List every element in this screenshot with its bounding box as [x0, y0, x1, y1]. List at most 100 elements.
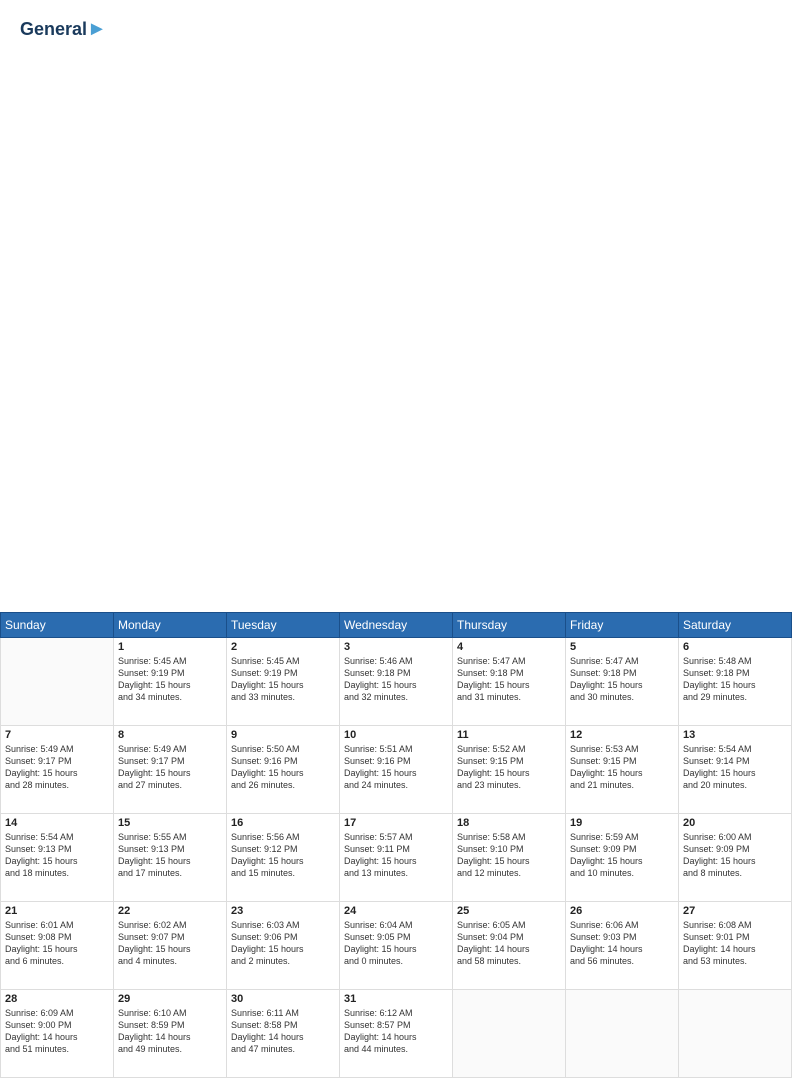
day-number: 10	[344, 729, 448, 741]
calendar-cell: 24 Sunrise: 6:04 AMSunset: 9:05 PMDayligh…	[340, 902, 453, 990]
calendar-cell: 25 Sunrise: 6:05 AMSunset: 9:04 PMDayligh…	[453, 902, 566, 990]
day-info: Sunrise: 6:12 AMSunset: 8:57 PMDaylight:…	[344, 1007, 448, 1056]
day-number: 23	[231, 905, 335, 917]
calendar-week-row: 14 Sunrise: 5:54 AMSunset: 9:13 PMDayligh…	[1, 814, 792, 902]
calendar-cell: 21 Sunrise: 6:01 AMSunset: 9:08 PMDayligh…	[1, 902, 114, 990]
day-number: 18	[457, 817, 561, 829]
calendar-cell: 18 Sunrise: 5:58 AMSunset: 9:10 PMDayligh…	[453, 814, 566, 902]
calendar-table: SundayMondayTuesdayWednesdayThursdayFrid…	[0, 612, 792, 1078]
day-number: 14	[5, 817, 109, 829]
day-info: Sunrise: 5:52 AMSunset: 9:15 PMDaylight:…	[457, 743, 561, 792]
day-info: Sunrise: 5:54 AMSunset: 9:14 PMDaylight:…	[683, 743, 787, 792]
calendar-header-row: SundayMondayTuesdayWednesdayThursdayFrid…	[1, 613, 792, 638]
day-info: Sunrise: 5:54 AMSunset: 9:13 PMDaylight:…	[5, 831, 109, 880]
calendar-cell: 19 Sunrise: 5:59 AMSunset: 9:09 PMDayligh…	[566, 814, 679, 902]
day-info: Sunrise: 5:58 AMSunset: 9:10 PMDaylight:…	[457, 831, 561, 880]
day-number: 1	[118, 641, 222, 653]
day-info: Sunrise: 6:06 AMSunset: 9:03 PMDaylight:…	[570, 919, 674, 968]
day-info: Sunrise: 6:00 AMSunset: 9:09 PMDaylight:…	[683, 831, 787, 880]
calendar-cell: 12 Sunrise: 5:53 AMSunset: 9:15 PMDayligh…	[566, 726, 679, 814]
calendar-cell: 2 Sunrise: 5:45 AMSunset: 9:19 PMDaylight…	[227, 638, 340, 726]
day-info: Sunrise: 6:10 AMSunset: 8:59 PMDaylight:…	[118, 1007, 222, 1056]
logo-text: General►	[20, 18, 107, 40]
header: General►	[20, 18, 772, 40]
calendar-cell: 3 Sunrise: 5:46 AMSunset: 9:18 PMDaylight…	[340, 638, 453, 726]
calendar-cell: 6 Sunrise: 5:48 AMSunset: 9:18 PMDaylight…	[679, 638, 792, 726]
day-number: 9	[231, 729, 335, 741]
day-info: Sunrise: 5:45 AMSunset: 9:19 PMDaylight:…	[231, 655, 335, 704]
day-number: 25	[457, 905, 561, 917]
day-of-week-header: Sunday	[1, 613, 114, 638]
day-number: 27	[683, 905, 787, 917]
day-of-week-header: Wednesday	[340, 613, 453, 638]
day-info: Sunrise: 5:48 AMSunset: 9:18 PMDaylight:…	[683, 655, 787, 704]
day-number: 13	[683, 729, 787, 741]
calendar-cell	[679, 990, 792, 1078]
calendar-cell: 31 Sunrise: 6:12 AMSunset: 8:57 PMDayligh…	[340, 990, 453, 1078]
calendar-cell: 29 Sunrise: 6:10 AMSunset: 8:59 PMDayligh…	[114, 990, 227, 1078]
day-number: 12	[570, 729, 674, 741]
day-info: Sunrise: 6:02 AMSunset: 9:07 PMDaylight:…	[118, 919, 222, 968]
day-number: 8	[118, 729, 222, 741]
day-number: 29	[118, 993, 222, 1005]
page: General►	[0, 0, 792, 612]
calendar-cell: 23 Sunrise: 6:03 AMSunset: 9:06 PMDayligh…	[227, 902, 340, 990]
day-info: Sunrise: 5:55 AMSunset: 9:13 PMDaylight:…	[118, 831, 222, 880]
calendar-cell: 26 Sunrise: 6:06 AMSunset: 9:03 PMDayligh…	[566, 902, 679, 990]
day-info: Sunrise: 6:05 AMSunset: 9:04 PMDaylight:…	[457, 919, 561, 968]
calendar-cell: 1 Sunrise: 5:45 AMSunset: 9:19 PMDaylight…	[114, 638, 227, 726]
day-number: 21	[5, 905, 109, 917]
day-number: 11	[457, 729, 561, 741]
calendar-cell: 17 Sunrise: 5:57 AMSunset: 9:11 PMDayligh…	[340, 814, 453, 902]
calendar-cell: 27 Sunrise: 6:08 AMSunset: 9:01 PMDayligh…	[679, 902, 792, 990]
calendar-week-row: 21 Sunrise: 6:01 AMSunset: 9:08 PMDayligh…	[1, 902, 792, 990]
day-of-week-header: Saturday	[679, 613, 792, 638]
day-info: Sunrise: 6:08 AMSunset: 9:01 PMDaylight:…	[683, 919, 787, 968]
day-info: Sunrise: 6:01 AMSunset: 9:08 PMDaylight:…	[5, 919, 109, 968]
day-info: Sunrise: 6:09 AMSunset: 9:00 PMDaylight:…	[5, 1007, 109, 1056]
day-info: Sunrise: 5:45 AMSunset: 9:19 PMDaylight:…	[118, 655, 222, 704]
day-number: 5	[570, 641, 674, 653]
calendar-week-row: 1 Sunrise: 5:45 AMSunset: 9:19 PMDaylight…	[1, 638, 792, 726]
day-number: 30	[231, 993, 335, 1005]
day-info: Sunrise: 5:49 AMSunset: 9:17 PMDaylight:…	[5, 743, 109, 792]
calendar-cell: 16 Sunrise: 5:56 AMSunset: 9:12 PMDayligh…	[227, 814, 340, 902]
day-info: Sunrise: 5:56 AMSunset: 9:12 PMDaylight:…	[231, 831, 335, 880]
day-number: 26	[570, 905, 674, 917]
calendar-cell	[1, 638, 114, 726]
day-info: Sunrise: 5:46 AMSunset: 9:18 PMDaylight:…	[344, 655, 448, 704]
day-info: Sunrise: 5:57 AMSunset: 9:11 PMDaylight:…	[344, 831, 448, 880]
calendar-cell: 22 Sunrise: 6:02 AMSunset: 9:07 PMDayligh…	[114, 902, 227, 990]
calendar-cell: 15Sunrise: 5:55 AMSunset: 9:13 PMDayligh…	[114, 814, 227, 902]
calendar-cell: 30Sunrise: 6:11 AMSunset: 8:58 PMDayligh…	[227, 990, 340, 1078]
day-info: Sunrise: 5:49 AMSunset: 9:17 PMDaylight:…	[118, 743, 222, 792]
day-number: 22	[118, 905, 222, 917]
day-number: 2	[231, 641, 335, 653]
day-info: Sunrise: 5:47 AMSunset: 9:18 PMDaylight:…	[457, 655, 561, 704]
calendar-cell: 28 Sunrise: 6:09 AMSunset: 9:00 PMDayligh…	[1, 990, 114, 1078]
calendar-week-row: 28 Sunrise: 6:09 AMSunset: 9:00 PMDayligh…	[1, 990, 792, 1078]
calendar-cell: 7Sunrise: 5:49 AMSunset: 9:17 PMDaylight…	[1, 726, 114, 814]
calendar-cell: 8 Sunrise: 5:49 AMSunset: 9:17 PMDaylight…	[114, 726, 227, 814]
day-number: 28	[5, 993, 109, 1005]
day-info: Sunrise: 6:03 AMSunset: 9:06 PMDaylight:…	[231, 919, 335, 968]
calendar-cell: 4Sunrise: 5:47 AMSunset: 9:18 PMDaylight…	[453, 638, 566, 726]
day-of-week-header: Monday	[114, 613, 227, 638]
day-number: 24	[344, 905, 448, 917]
day-number: 19	[570, 817, 674, 829]
day-info: Sunrise: 5:53 AMSunset: 9:15 PMDaylight:…	[570, 743, 674, 792]
calendar-cell: 20Sunrise: 6:00 AMSunset: 9:09 PMDayligh…	[679, 814, 792, 902]
day-number: 16	[231, 817, 335, 829]
day-number: 3	[344, 641, 448, 653]
calendar-cell: 13 Sunrise: 5:54 AMSunset: 9:14 PMDayligh…	[679, 726, 792, 814]
calendar-cell: 5 Sunrise: 5:47 AMSunset: 9:18 PMDaylight…	[566, 638, 679, 726]
day-info: Sunrise: 5:59 AMSunset: 9:09 PMDaylight:…	[570, 831, 674, 880]
day-number: 17	[344, 817, 448, 829]
day-info: Sunrise: 6:04 AMSunset: 9:05 PMDaylight:…	[344, 919, 448, 968]
day-number: 6	[683, 641, 787, 653]
day-info: Sunrise: 5:47 AMSunset: 9:18 PMDaylight:…	[570, 655, 674, 704]
day-number: 31	[344, 993, 448, 1005]
calendar-cell: 10Sunrise: 5:51 AMSunset: 9:16 PMDayligh…	[340, 726, 453, 814]
logo: General►	[20, 18, 107, 40]
day-of-week-header: Thursday	[453, 613, 566, 638]
